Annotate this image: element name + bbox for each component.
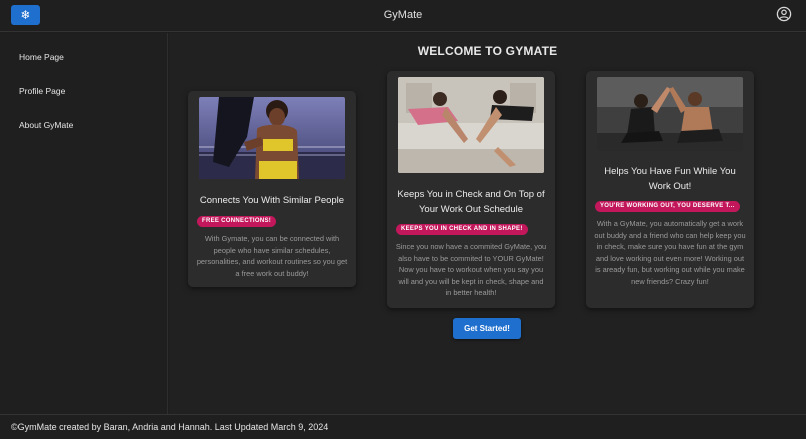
card-title: Connects You With Similar People (199, 195, 345, 206)
feature-card: Keeps You in Check and On Top of Your Wo… (387, 71, 555, 308)
sidebar-item-home[interactable]: Home Page (19, 52, 64, 62)
footer: ©GymMate created by Baran, Andria and Ha… (0, 414, 806, 439)
card-description: With Gymate, you can be connected with p… (196, 234, 348, 278)
card-description: With a GyMate, you automatically get a w… (594, 219, 746, 286)
card-badge: YOU'RE WORKING OUT, YOU DESERVE T... (595, 201, 740, 212)
footer-text: ©GymMate created by Baran, Andria and Ha… (11, 422, 329, 432)
sidebar-item-profile[interactable]: Profile Page (19, 86, 65, 96)
card-title: Keeps You in Check and On Top of Your Wo… (397, 189, 545, 215)
card-description: Since you now have a commited GyMate, yo… (395, 242, 547, 297)
app-title: GyMate (383, 9, 423, 21)
couple-high-five-gym-photo (597, 77, 743, 151)
woman-training-with-partner-photo (199, 97, 345, 179)
feature-card: Connects You With Similar People FREE CO… (188, 91, 356, 287)
sidebar: Home Page Profile Page About GyMate (0, 33, 168, 414)
get-started-button[interactable]: Get Started! (453, 318, 521, 339)
app-bar: ❄ GyMate (0, 0, 806, 32)
card-badge: FREE CONNECTIONS! (197, 216, 277, 227)
card-title: Helps You Have Fun While You Work Out! (604, 166, 736, 192)
sidebar-item-about[interactable]: About GyMate (19, 120, 73, 130)
feature-card: Helps You Have Fun While You Work Out! Y… (586, 71, 754, 308)
page-title: WELCOME TO GYMATE (417, 44, 558, 58)
women-plank-handshake-photo (398, 77, 544, 173)
card-badge: KEEPS YOU IN CHECK AND IN SHAPE! (396, 224, 528, 235)
account-circle-icon[interactable] (776, 6, 792, 22)
